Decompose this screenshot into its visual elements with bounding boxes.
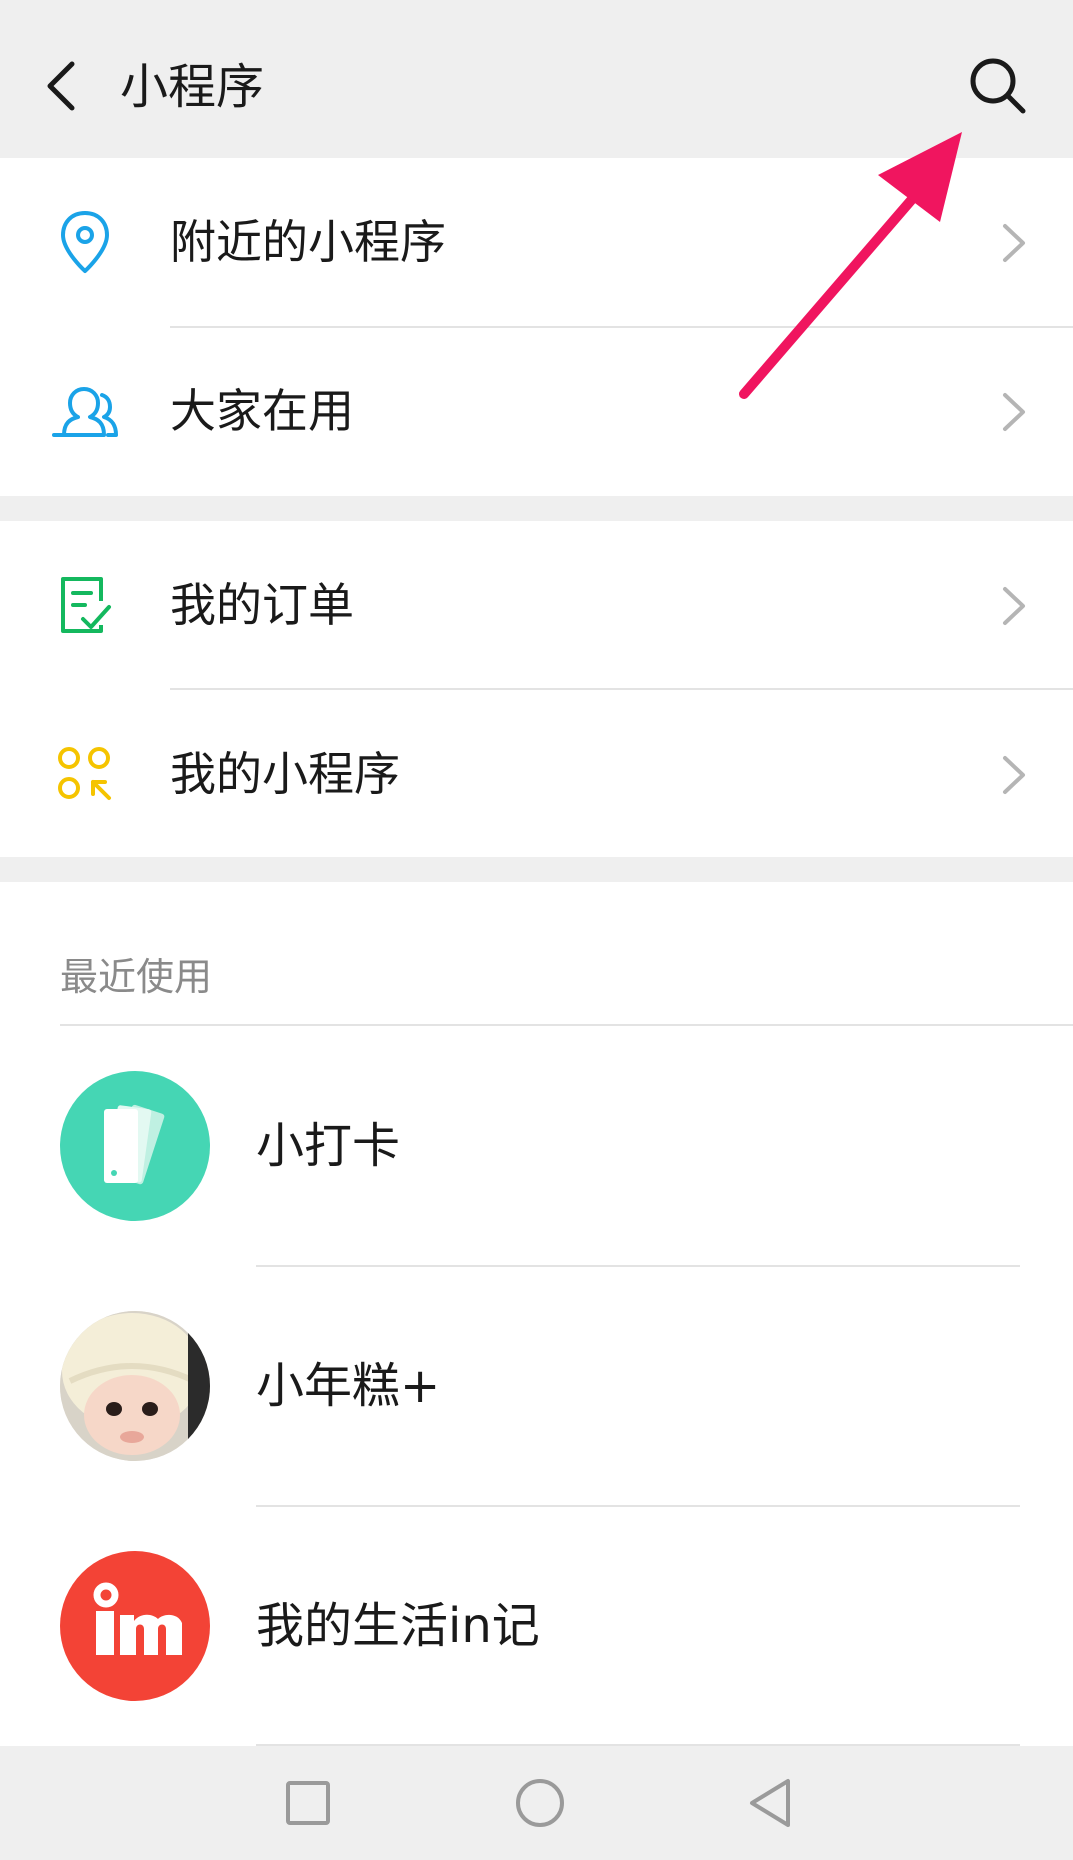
menu-item-nearby-mini-programs[interactable]: 附近的小程序	[0, 158, 1073, 327]
discover-group: 附近的小程序 大家在用	[0, 158, 1073, 496]
menu-item-label: 我的小程序	[170, 747, 400, 801]
recent-item-xiaoniangao[interactable]: 小年糕+	[0, 1266, 1073, 1506]
search-icon	[970, 58, 1026, 114]
people-icon	[44, 370, 126, 452]
chevron-right-icon	[1003, 224, 1025, 262]
chevron-left-icon	[47, 61, 75, 111]
my-group: 我的订单 我的小程序	[0, 521, 1073, 857]
mini-program-grid-icon	[44, 733, 126, 815]
punch-card-app-icon	[60, 1071, 210, 1221]
baby-photo-app-icon	[60, 1311, 210, 1461]
recent-apps-square-icon	[286, 1781, 330, 1825]
menu-item-my-orders[interactable]: 我的订单	[0, 521, 1073, 690]
menu-item-label: 附近的小程序	[170, 215, 446, 269]
chevron-right-icon	[1003, 587, 1025, 625]
order-checklist-icon	[44, 564, 126, 646]
system-nav-bar	[0, 1746, 1073, 1860]
menu-item-popular[interactable]: 大家在用	[0, 327, 1073, 496]
chevron-right-icon	[1003, 393, 1025, 431]
back-triangle-icon	[750, 1779, 790, 1827]
recent-item-xiaodaka[interactable]: 小打卡	[0, 1026, 1073, 1266]
back-button[interactable]	[30, 46, 94, 126]
menu-item-label: 我的订单	[170, 578, 354, 632]
home-button[interactable]	[500, 1766, 580, 1840]
recent-item-in-journal[interactable]: 我的生活in记	[0, 1506, 1073, 1746]
recent-item-label: 我的生活in记	[256, 1598, 540, 1654]
location-pin-icon	[44, 201, 126, 283]
chevron-right-icon	[1003, 756, 1025, 794]
section-title: 最近使用	[60, 955, 213, 999]
menu-item-my-mini-programs[interactable]: 我的小程序	[0, 690, 1073, 859]
search-button[interactable]	[958, 46, 1038, 126]
recent-item-label: 小打卡	[256, 1118, 401, 1174]
recent-section: 最近使用 小打卡 小年糕+ 我的生活in记	[0, 882, 1073, 1746]
menu-item-label: 大家在用	[170, 384, 354, 438]
page-title: 小程序	[120, 59, 265, 115]
recent-apps-button[interactable]	[268, 1766, 348, 1840]
title-bar: 小程序	[0, 0, 1073, 157]
back-nav-button[interactable]	[730, 1766, 810, 1840]
home-circle-icon	[516, 1779, 564, 1827]
in-logo-app-icon	[60, 1551, 210, 1701]
recent-item-label: 小年糕+	[256, 1358, 441, 1414]
